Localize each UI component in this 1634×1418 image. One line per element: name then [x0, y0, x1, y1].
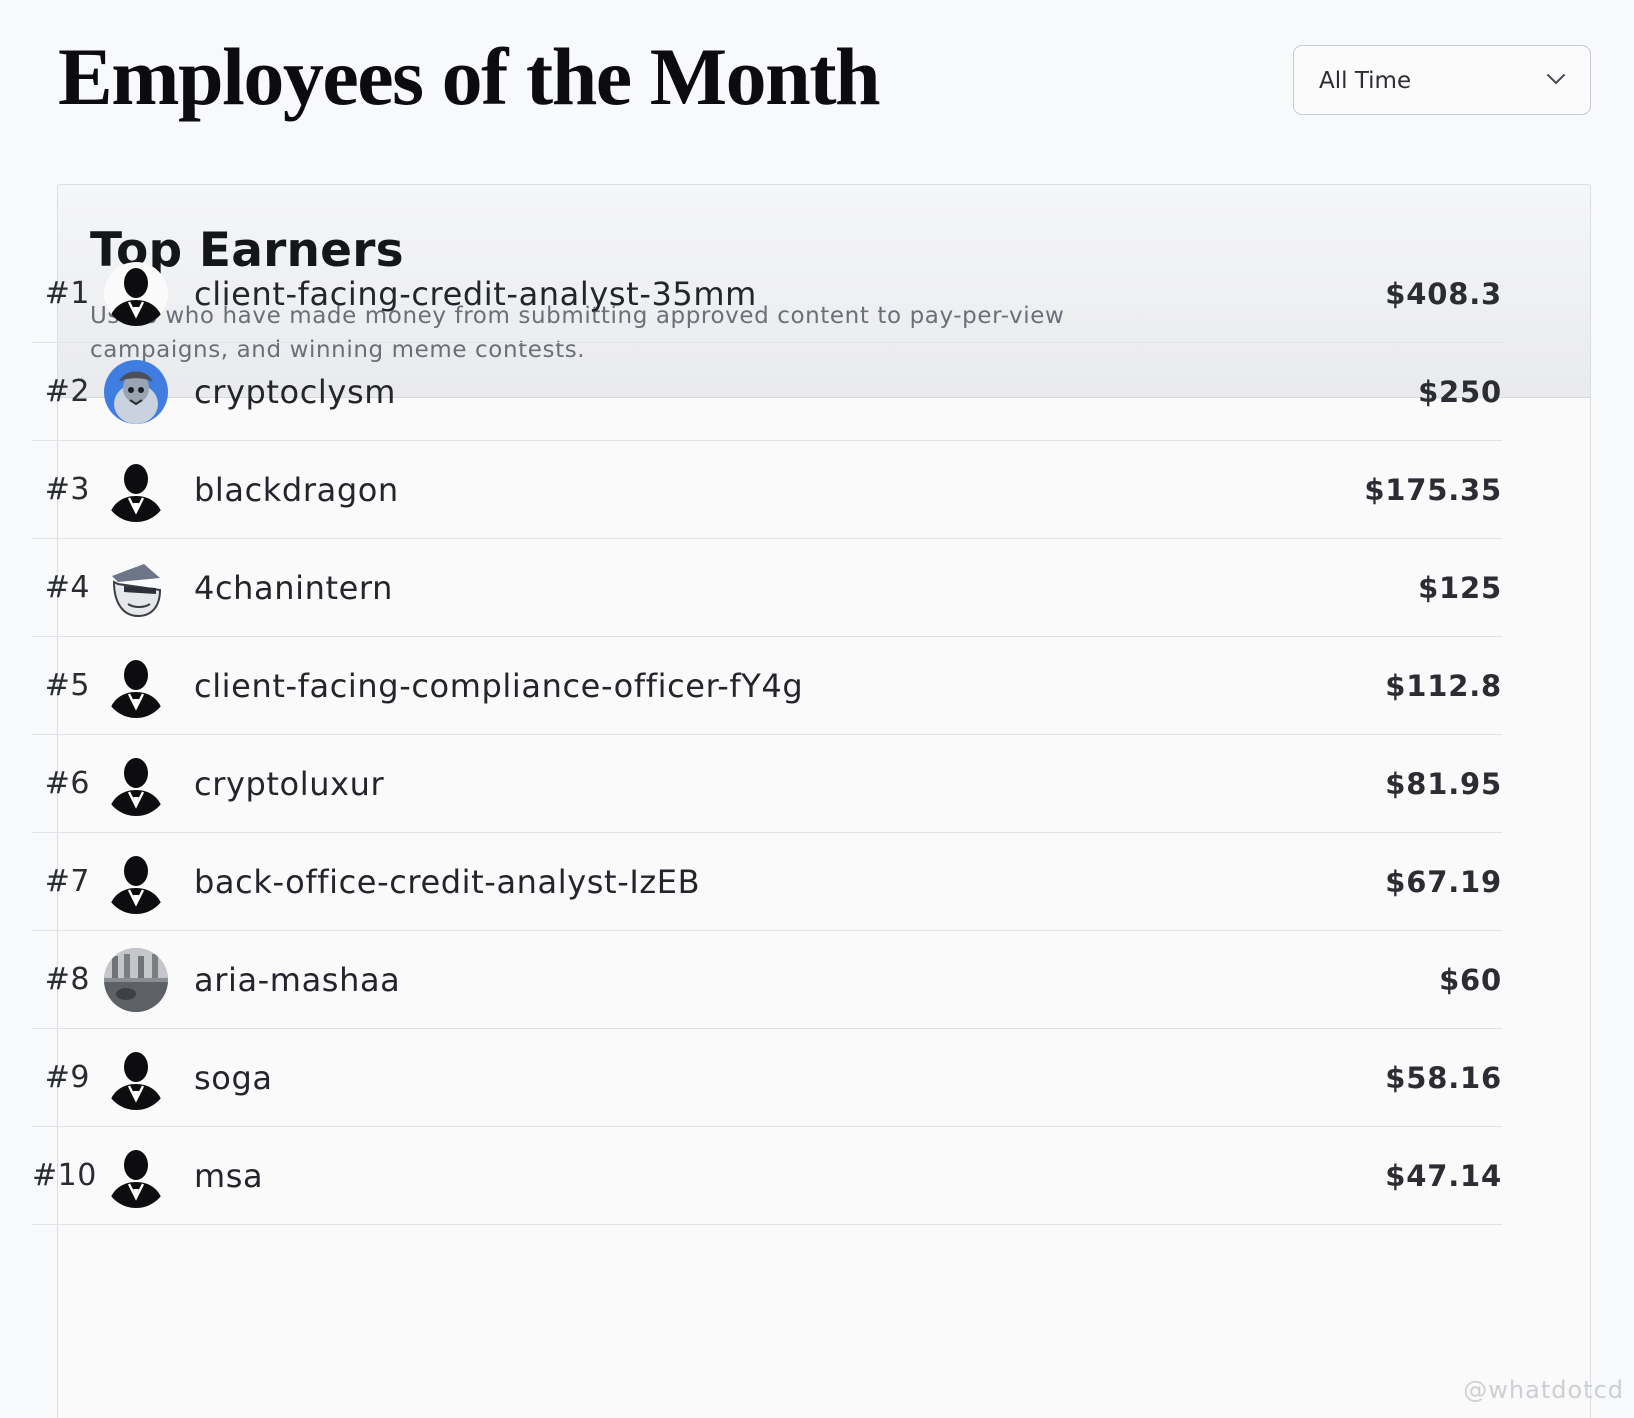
- earner-row[interactable]: #3 blackdragon $175.35: [32, 441, 1502, 539]
- time-range-value: All Time: [1319, 68, 1412, 94]
- username-link[interactable]: blackdragon: [194, 441, 399, 539]
- username-link[interactable]: back-office-credit-analyst-IzEB: [194, 833, 700, 931]
- username-link[interactable]: cryptoclysm: [194, 343, 396, 441]
- earnings-amount: $408.3: [1385, 277, 1502, 311]
- username-link[interactable]: soga: [194, 1029, 273, 1127]
- avatar-silhouette[interactable]: [104, 262, 168, 326]
- earnings-amount: $125: [1418, 571, 1502, 605]
- username-link[interactable]: aria-mashaa: [194, 931, 400, 1029]
- earner-row[interactable]: #6 cryptoluxur $81.95: [32, 735, 1502, 833]
- watermark: @whatdotcd: [1463, 1376, 1624, 1404]
- chevron-down-icon: [1547, 74, 1565, 84]
- earnings-amount: $60: [1439, 963, 1502, 997]
- earnings-amount: $58.16: [1385, 1061, 1502, 1095]
- avatar-silhouette[interactable]: [104, 1144, 168, 1208]
- avatar-silhouette[interactable]: [104, 1046, 168, 1110]
- earnings-amount: $81.95: [1385, 767, 1502, 801]
- page: Employees of the Month All Time Top Earn…: [0, 0, 1634, 1418]
- earnings-amount: $67.19: [1385, 865, 1502, 899]
- avatar-silhouette[interactable]: [104, 752, 168, 816]
- rank-label: #10: [32, 1158, 97, 1193]
- rank-label: #6: [44, 766, 90, 801]
- username-link[interactable]: client-facing-compliance-officer-fY4g: [194, 637, 803, 735]
- earner-row[interactable]: #4 4chanintern $125: [32, 539, 1502, 637]
- earner-row[interactable]: #8 aria-mashaa $60: [32, 931, 1502, 1029]
- earner-row[interactable]: #7 back-office-credit-analyst-IzEB $67.1…: [32, 833, 1502, 931]
- avatar-silhouette[interactable]: [104, 458, 168, 522]
- username-link[interactable]: client-facing-credit-analyst-35mm: [194, 245, 757, 343]
- page-title: Employees of the Month: [58, 31, 881, 122]
- avatar-silhouette[interactable]: [104, 850, 168, 914]
- earner-row[interactable]: #9 soga $58.16: [32, 1029, 1502, 1127]
- earner-row[interactable]: #10 msa $47.14: [32, 1127, 1502, 1225]
- avatar-cryptoclysm[interactable]: [104, 360, 168, 424]
- avatar-silhouette[interactable]: [104, 654, 168, 718]
- avatar-4chanintern[interactable]: [104, 556, 168, 620]
- earnings-amount: $47.14: [1385, 1159, 1502, 1193]
- earner-row[interactable]: #1 client-facing-credit-analyst-35mm $40…: [32, 245, 1502, 343]
- earnings-amount: $250: [1418, 375, 1502, 409]
- avatar-aria-mashaa[interactable]: [104, 948, 168, 1012]
- username-link[interactable]: cryptoluxur: [194, 735, 384, 833]
- rank-label: #3: [44, 472, 90, 507]
- earnings-amount: $112.8: [1385, 669, 1502, 703]
- earner-row[interactable]: #2 cryptoclysm $250: [32, 343, 1502, 441]
- rank-label: #7: [44, 864, 90, 899]
- time-range-select[interactable]: All Time: [1293, 45, 1591, 115]
- earner-row[interactable]: #5 client-facing-compliance-officer-fY4g…: [32, 637, 1502, 735]
- rank-label: #2: [44, 374, 90, 409]
- rank-label: #8: [44, 962, 90, 997]
- earners-list: #1 client-facing-credit-analyst-35mm $40…: [32, 245, 1502, 1225]
- username-link[interactable]: msa: [194, 1127, 263, 1225]
- rank-label: #5: [44, 668, 90, 703]
- username-link[interactable]: 4chanintern: [194, 539, 393, 637]
- rank-label: #9: [44, 1060, 90, 1095]
- rank-label: #1: [44, 276, 90, 311]
- rank-label: #4: [44, 570, 90, 605]
- earnings-amount: $175.35: [1364, 473, 1502, 507]
